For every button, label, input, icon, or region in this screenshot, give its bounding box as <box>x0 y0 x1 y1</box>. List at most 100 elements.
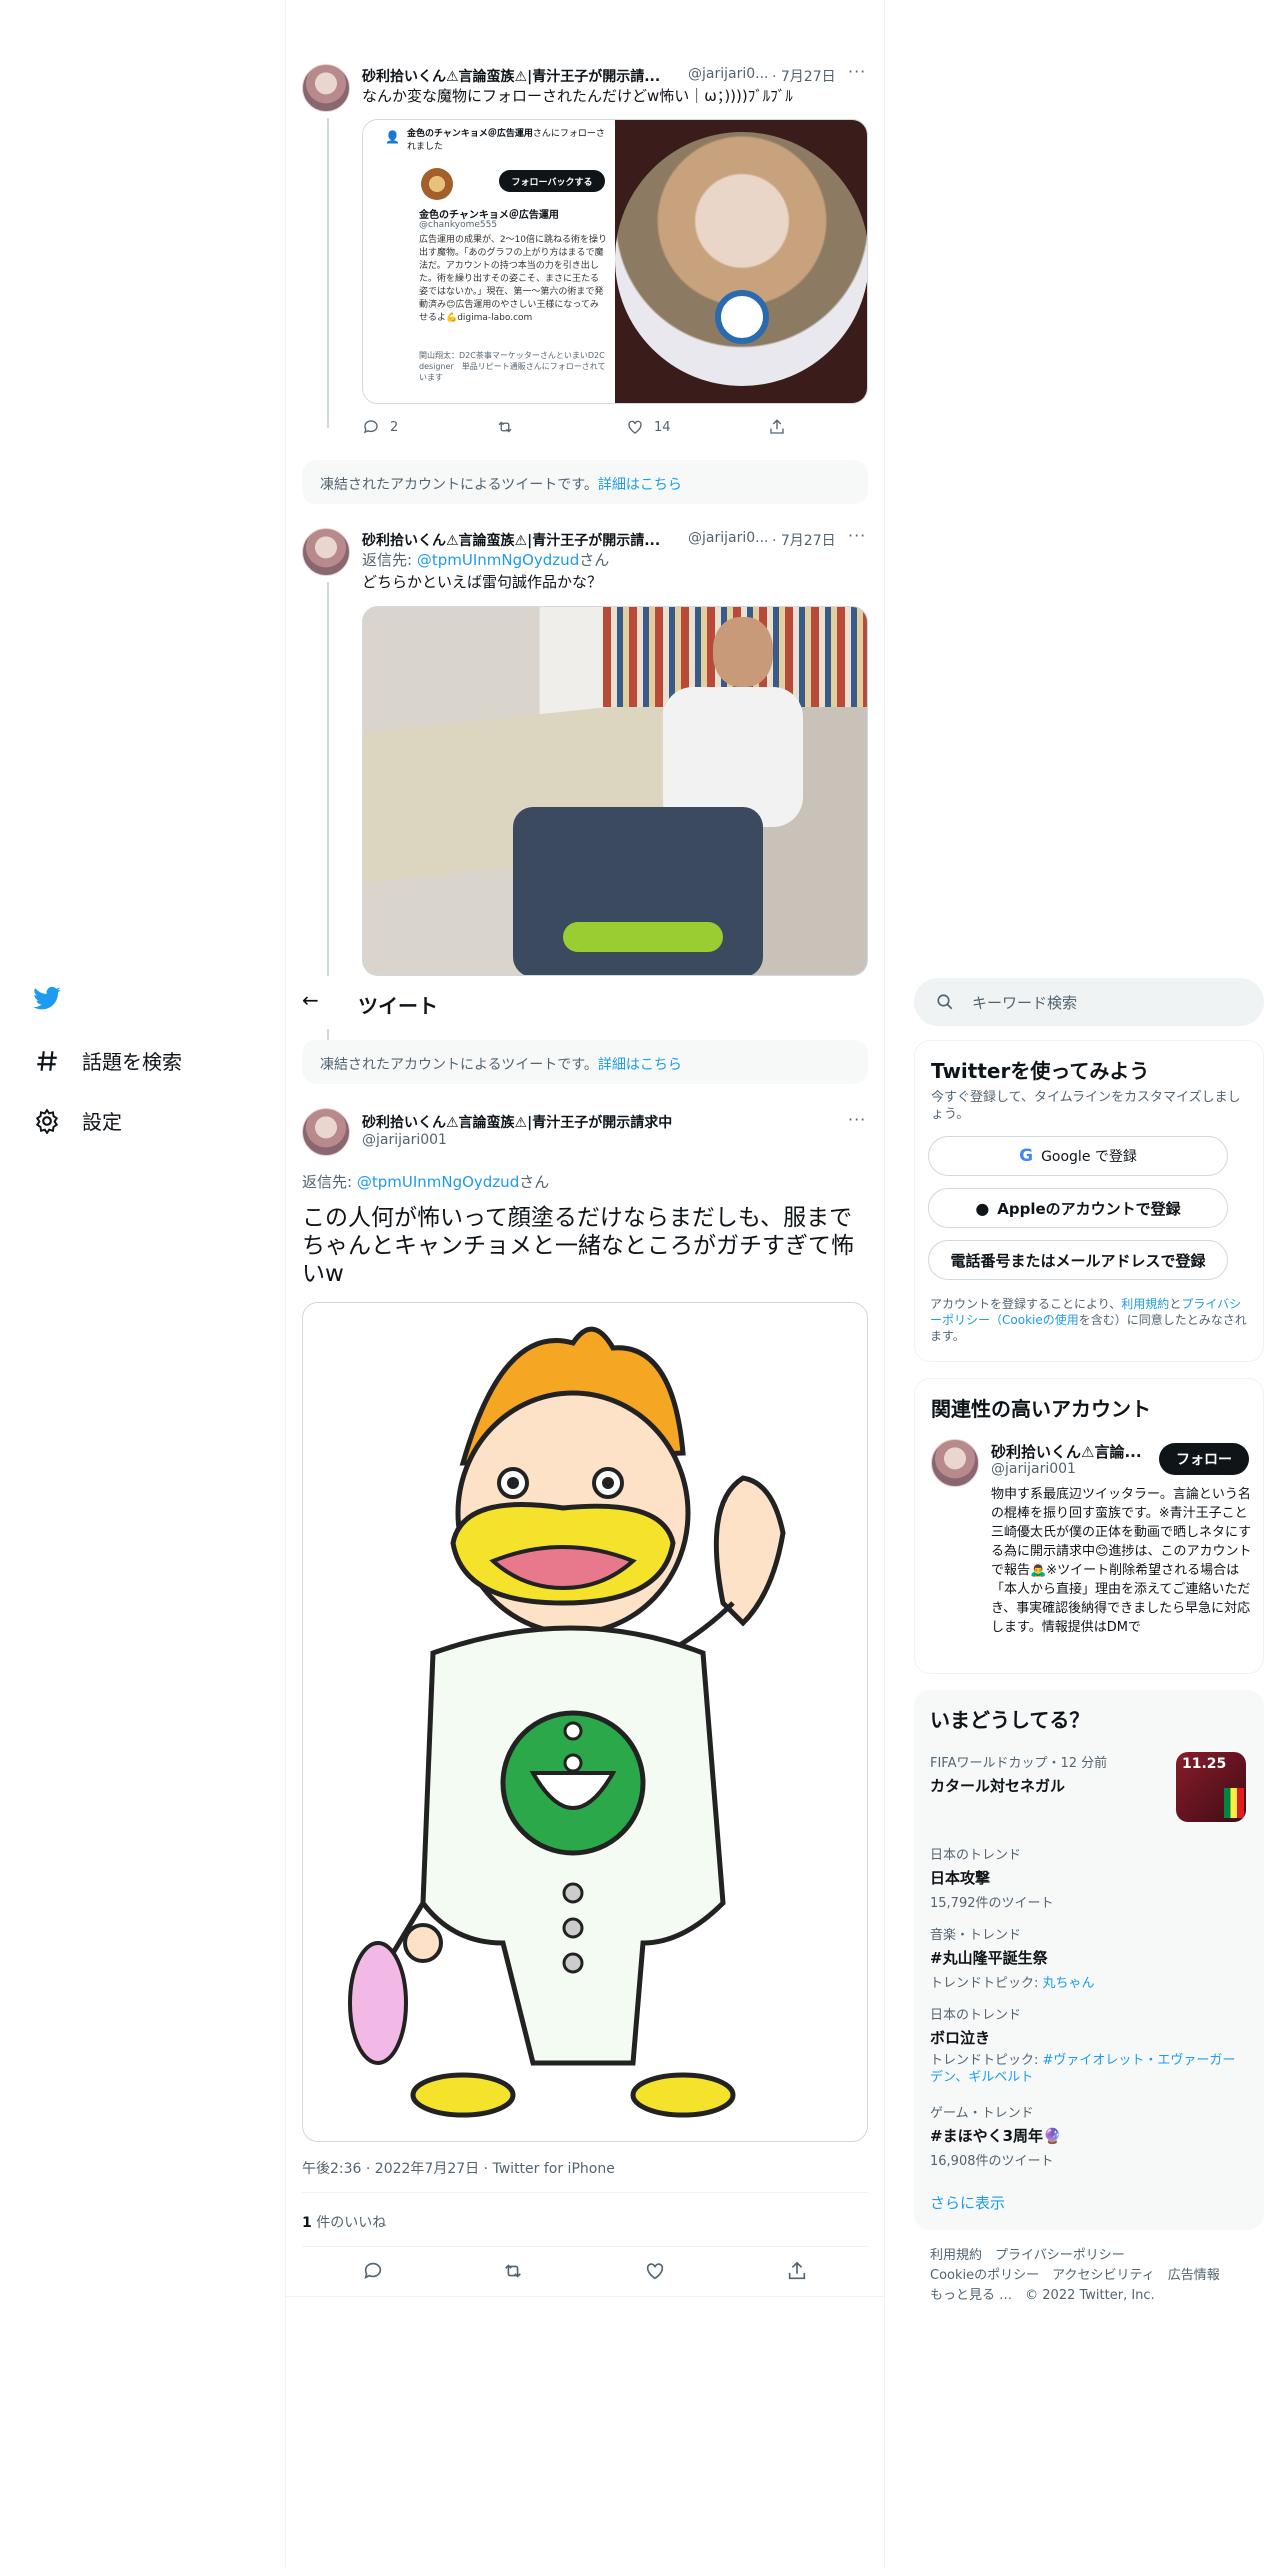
trend-thumbnail: 11.25 <box>1176 1752 1246 1822</box>
reply-context: 返信先: @tpmUInmNgOydzudさん <box>302 1173 550 1191</box>
footer-links: 利用規約 プライバシーポリシー Cookieのポリシー アクセシビリティ 広告情… <box>930 2246 1260 2306</box>
more-icon[interactable]: ··· <box>848 526 866 545</box>
phone-signup-button[interactable]: 電話番号またはメールアドレスで登録 <box>928 1240 1228 1280</box>
author-name[interactable]: 砂利拾いくん⚠言論蛮族⚠|青汁王子が開示請求中 <box>362 1112 822 1132</box>
author-handle[interactable]: @jarijari0... <box>688 66 769 82</box>
author-name[interactable]: 砂利拾いくん⚠言論蛮族⚠|青汁王子が開示請... <box>362 530 682 550</box>
back-arrow-icon[interactable]: ← <box>302 988 319 1012</box>
trend-item[interactable]: 音楽・トレンド #丸山隆平誕生祭 トレンドトピック: 丸ちゃん <box>930 1924 1248 1991</box>
reply-icon <box>363 420 378 434</box>
more-icon[interactable]: ··· <box>848 1110 866 1129</box>
search-box[interactable]: キーワード検索 <box>914 978 1264 1026</box>
apple-icon: ● <box>975 1198 990 1218</box>
share-icon <box>788 2261 806 2280</box>
footer-ads[interactable]: 広告情報 <box>1168 2268 1220 2283</box>
footer-terms[interactable]: 利用規約 <box>930 2248 982 2263</box>
nav-explore[interactable]: 話題を検索 <box>34 1046 182 1075</box>
avatar[interactable] <box>302 64 350 112</box>
tweet-timestamp[interactable]: 午後2:36 · 2022年7月27日 · Twitter for iPhone <box>302 2158 615 2178</box>
more-icon[interactable]: ··· <box>848 62 866 81</box>
header-bar: ← ツイート <box>286 976 884 1029</box>
retweet-button[interactable] <box>496 418 524 436</box>
divider <box>286 2296 884 2297</box>
footer-copyright: © 2022 Twitter, Inc. <box>1025 2288 1155 2303</box>
terms-link[interactable]: 利用規約 <box>1121 1297 1169 1311</box>
notice-text: 凍結されたアカウントによるツイートです。 <box>320 1057 598 1073</box>
embed-bio: 広告運用の成果が、2～10倍に跳ねる術を操り出す魔物。「あのグラフの上がり方はま… <box>419 235 607 323</box>
reply-icon <box>364 2262 382 2279</box>
trend-item[interactable]: 日本のトレンド 日本攻撃 15,792件のツイート <box>930 1844 1248 1911</box>
author-handle[interactable]: @jarijari0... <box>688 530 769 546</box>
embed-header-name: 金色のチャンキョメ＠広告運用 <box>407 129 533 139</box>
retweet-icon <box>498 421 512 433</box>
footer-cookie[interactable]: Cookieのポリシー <box>930 2268 1039 2283</box>
google-signup-button[interactable]: G Google で登録 <box>928 1136 1228 1176</box>
avatar[interactable] <box>302 1108 350 1156</box>
search-input[interactable]: キーワード検索 <box>972 992 1077 1013</box>
trends-card: いまどうしてる？ 11.25 FIFAワールドカップ・12 分前 カタール対セネ… <box>914 1690 1264 2230</box>
related-name[interactable]: 砂利拾いくん⚠言論... <box>991 1441 1141 1462</box>
retweet-icon <box>505 2264 521 2278</box>
chair <box>563 922 723 952</box>
divider <box>302 2192 868 2193</box>
related-handle[interactable]: @jarijari001 <box>991 1461 1076 1477</box>
notice-link[interactable]: 詳細はこちら <box>598 477 682 493</box>
reply-mention[interactable]: @tpmUInmNgOydzud <box>357 1173 519 1191</box>
tweet-text: なんか変な魔物にフォローされたんだけどw怖い｜ω；))))ﾌﾞﾙﾌﾞﾙ <box>362 87 793 105</box>
footer-more[interactable]: もっと見る … <box>930 2288 1012 2303</box>
heart-icon <box>628 420 642 434</box>
likes-summary[interactable]: 1 件のいいね <box>302 2212 386 2232</box>
suspended-notice: 凍結されたアカウントによるツイートです。詳細はこちら <box>302 1040 868 1084</box>
related-accounts-card: 関連性の高いアカウント 砂利拾いくん⚠言論... @jarijari001 フォ… <box>914 1378 1264 1674</box>
embed-followed-by: 関山翔太：D2C茶事マーケッターさんといまいD2C designer 単品リピー… <box>419 351 606 382</box>
retweet-button[interactable] <box>502 2260 524 2282</box>
flag <box>1224 1788 1244 1818</box>
thread-line <box>327 118 329 428</box>
avatar[interactable] <box>302 528 350 576</box>
related-title: 関連性の高いアカウント <box>931 1397 1151 1421</box>
like-button[interactable] <box>644 2260 666 2282</box>
apple-signup-button[interactable]: ● Appleのアカウントで登録 <box>928 1188 1228 1228</box>
like-button[interactable]: 14 <box>626 418 671 436</box>
column-border-right <box>884 0 885 2568</box>
gear-icon <box>35 1107 59 1134</box>
tweet-image[interactable]: 👤 金色のチャンキョメ＠広告運用さんにフォローされました フォローバックする 金… <box>362 119 868 404</box>
avatar[interactable] <box>931 1439 979 1487</box>
trend-item[interactable]: 日本のトレンド ボロ泣き トレンドトピック: #ヴァイオレット・エヴァーガーデン… <box>930 2004 1248 2086</box>
tweet-date[interactable]: · 7月27日 <box>772 66 836 86</box>
embed-handle: @chankyome555 <box>419 220 498 230</box>
suspended-notice: 凍結されたアカウントによるツイートです。詳細はこちら <box>302 460 868 504</box>
share-icon <box>770 419 784 434</box>
trend-item[interactable]: FIFAワールドカップ・12 分前 カタール対セネガル <box>930 1752 1170 1796</box>
reply-button[interactable]: 2 <box>362 418 398 436</box>
show-more-link[interactable]: さらに表示 <box>930 2192 1005 2213</box>
column-border-left <box>285 0 286 2568</box>
follow-back-button: フォローバックする <box>499 170 605 192</box>
follow-button[interactable]: フォロー <box>1159 1443 1249 1475</box>
reply-button[interactable] <box>362 2260 384 2282</box>
footer-accessibility[interactable]: アクセシビリティ <box>1052 2268 1155 2283</box>
google-icon: G <box>1019 1146 1034 1166</box>
share-button[interactable] <box>768 418 786 436</box>
author-handle[interactable]: @jarijari001 <box>362 1132 447 1148</box>
author-name[interactable]: 砂利拾いくん⚠言論蛮族⚠|青汁王子が開示請... <box>362 66 682 86</box>
twitter-logo-icon[interactable] <box>32 986 62 1016</box>
trend-item[interactable]: ゲーム・トレンド #まほやく3周年🔮 16,908件のツイート <box>930 2102 1248 2169</box>
reply-mention[interactable]: @tpmUInmNgOydzud <box>417 551 579 569</box>
tweet-image[interactable] <box>302 1302 868 2142</box>
divider <box>302 2246 868 2247</box>
reply-context: 返信先: @tpmUInmNgOydzudさん <box>362 551 610 569</box>
nav-settings[interactable]: 設定 <box>34 1106 122 1135</box>
footer-privacy[interactable]: プライバシーポリシー <box>995 2248 1125 2263</box>
follow-notification-screenshot: 👤 金色のチャンキョメ＠広告運用さんにフォローされました フォローバックする 金… <box>363 120 615 403</box>
embed-name: 金色のチャンキョメ＠広告運用 <box>419 210 559 221</box>
tweet-image[interactable] <box>362 606 868 976</box>
share-button[interactable] <box>786 2260 808 2282</box>
profile-photo-person <box>615 132 867 386</box>
tweet-date[interactable]: · 7月27日 <box>772 530 836 550</box>
notice-link[interactable]: 詳細はこちら <box>598 1057 682 1073</box>
person-shirt <box>663 687 803 827</box>
nav-label: 話題を検索 <box>82 1050 182 1074</box>
embed-avatar <box>421 168 453 200</box>
trends-title: いまどうしてる？ <box>930 1708 1090 1732</box>
